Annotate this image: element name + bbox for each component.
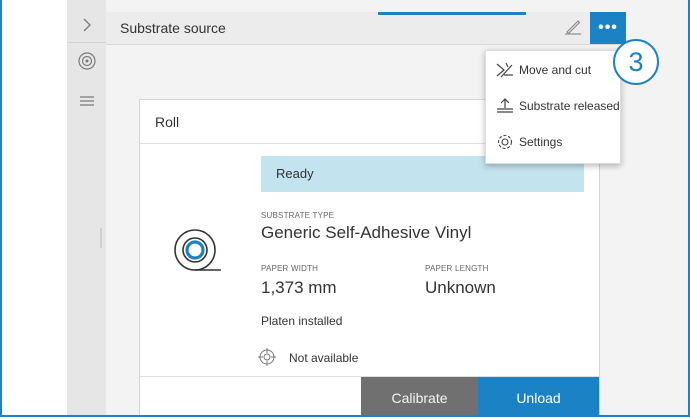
sidebar-item-queue[interactable] bbox=[67, 88, 106, 118]
sidebar bbox=[67, 0, 106, 415]
expand-sidebar-button[interactable] bbox=[67, 12, 106, 43]
more-options-button[interactable]: ••• bbox=[590, 12, 626, 44]
edit-button[interactable] bbox=[560, 16, 586, 40]
page-title: Substrate source bbox=[120, 20, 226, 36]
paper-width-label: PAPER WIDTH bbox=[261, 264, 319, 273]
menu-item-substrate-released[interactable]: Substrate released bbox=[486, 89, 620, 123]
paper-length-label: PAPER LENGTH bbox=[425, 264, 489, 273]
header-bar: Substrate source ••• bbox=[106, 12, 626, 45]
roll-icon bbox=[77, 51, 97, 76]
menu-item-move-and-cut[interactable]: Move and cut bbox=[486, 53, 620, 87]
substrate-type-value: Generic Self-Adhesive Vinyl bbox=[261, 223, 472, 242]
paper-width-value: 1,373 mm bbox=[261, 278, 337, 297]
card-footer: Calibrate Unload bbox=[140, 376, 599, 415]
card-title: Roll bbox=[155, 114, 180, 130]
app-frame: Substrate source ••• Roll Ready SUBSTRAT… bbox=[0, 0, 690, 417]
calibrate-button[interactable]: Calibrate bbox=[361, 377, 478, 415]
settings-gear-icon bbox=[494, 132, 516, 152]
paper-length-value: Unknown bbox=[425, 278, 496, 297]
sidebar-item-substrate[interactable] bbox=[67, 48, 106, 78]
menu-item-label: Settings bbox=[519, 135, 563, 149]
substrate-type-label: SUBSTRATE TYPE bbox=[261, 211, 335, 220]
sidebar-resize-handle[interactable] bbox=[100, 228, 102, 248]
more-options-menu: Move and cut Substrate released Settings bbox=[485, 50, 621, 164]
pen-icon bbox=[564, 17, 582, 40]
substrate-released-icon bbox=[494, 96, 516, 116]
substrate-roll-icon bbox=[173, 228, 229, 289]
chevron-right-icon bbox=[82, 18, 92, 37]
sensor-status: Not available bbox=[289, 351, 359, 365]
left-margin bbox=[2, 0, 67, 415]
header-accent bbox=[378, 12, 526, 15]
move-and-cut-icon bbox=[494, 60, 516, 80]
platen-status: Platen installed bbox=[261, 314, 343, 328]
crosshair-icon bbox=[258, 348, 276, 371]
unload-button[interactable]: Unload bbox=[478, 377, 599, 415]
menu-item-label: Substrate released bbox=[519, 99, 620, 113]
list-icon bbox=[79, 94, 95, 112]
menu-item-label: Move and cut bbox=[519, 63, 592, 77]
step-number-badge: 3 bbox=[613, 39, 659, 85]
menu-item-settings[interactable]: Settings bbox=[486, 125, 620, 159]
